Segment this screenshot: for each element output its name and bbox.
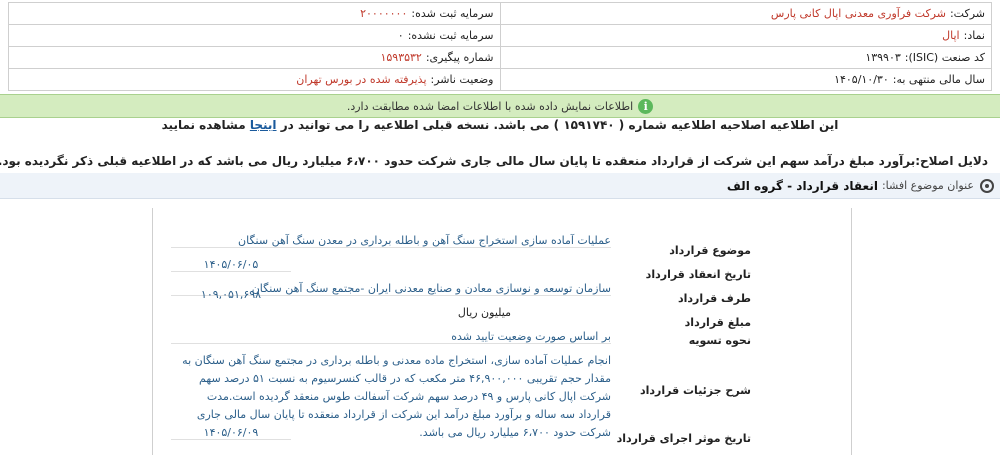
symbol-cell: نماد:اپال bbox=[499, 24, 992, 47]
registered-capital-label: سرمایه ثبت شده: bbox=[411, 7, 494, 20]
previous-version-link[interactable]: اینجا bbox=[250, 118, 277, 132]
amendment-text-before: این اطلاعیه اصلاحیه اطلاعیه شماره ( ۱۵۹۱… bbox=[280, 118, 839, 132]
unregistered-capital-cell: سرمایه ثبت نشده:۰ bbox=[8, 24, 501, 47]
contract-date-label: تاریخ انعقاد قرارداد bbox=[645, 268, 751, 281]
isic-label: کد صنعت (ISIC): bbox=[904, 51, 985, 64]
fiscal-year-value: ۱۴۰۵/۱۰/۳۰ bbox=[834, 73, 889, 86]
contract-party-label: طرف قرارداد bbox=[677, 292, 751, 305]
publisher-status-label: وضعیت ناشر: bbox=[430, 73, 494, 86]
info-row: کد صنعت (ISIC):۱۳۹۹۰۳ شماره پیگیری:۱۵۹۳۵… bbox=[8, 46, 992, 69]
isic-cell: کد صنعت (ISIC):۱۳۹۹۰۳ bbox=[499, 46, 992, 69]
settlement-value: بر اساس صورت وضعیت تایید شده bbox=[171, 330, 611, 344]
company-info-table: شرکت:شرکت فرآوری معدنی اپال کانی پارس سر… bbox=[8, 2, 992, 91]
publisher-status-value: پذیرفته شده در بورس تهران bbox=[296, 73, 427, 86]
contract-subject-value: عملیات آماده سازی استخراج سنگ آهن و باطل… bbox=[171, 234, 611, 248]
contract-amount-unit: میلیون ریال bbox=[457, 306, 511, 319]
tracking-cell: شماره پیگیری:۱۵۹۳۵۳۲ bbox=[8, 46, 501, 69]
effective-date-label: تاریخ موثر اجرای قرارداد bbox=[616, 432, 751, 445]
registered-capital-cell: سرمایه ثبت شده:۲۰۰۰۰۰۰۰ bbox=[8, 2, 501, 25]
amendment-notice: این اطلاعیه اصلاحیه اطلاعیه شماره ( ۱۵۹۱… bbox=[0, 118, 1000, 132]
publisher-status-cell: وضعیت ناشر:پذیرفته شده در بورس تهران bbox=[8, 68, 501, 91]
amendment-reason: دلایل اصلاح:برآورد مبلغ درآمد سهم این شر… bbox=[0, 154, 988, 168]
info-row: شرکت:شرکت فرآوری معدنی اپال کانی پارس سر… bbox=[8, 2, 992, 25]
tracking-value: ۱۵۹۳۵۳۲ bbox=[380, 51, 422, 64]
contract-amount-value: ۱۰۹,۰۵۱,۶۹۸ bbox=[200, 288, 262, 301]
fiscal-year-label: سال مالی منتهی به: bbox=[892, 73, 985, 86]
contract-subject-label: موضوع قرارداد bbox=[669, 244, 751, 257]
subject-value: انعقاد قرارداد - گروه الف bbox=[726, 178, 878, 193]
symbol-value: اپال bbox=[942, 29, 960, 42]
symbol-label: نماد: bbox=[963, 29, 985, 42]
effective-date-value: ۱۴۰۵/۰۶/۰۹ bbox=[171, 426, 291, 440]
info-row: نماد:اپال سرمایه ثبت نشده:۰ bbox=[8, 24, 992, 47]
registered-capital-value: ۲۰۰۰۰۰۰۰ bbox=[360, 7, 408, 20]
verification-notice: i اطلاعات نمایش داده شده با اطلاعات امضا… bbox=[0, 94, 1000, 118]
isic-value: ۱۳۹۹۰۳ bbox=[865, 51, 901, 64]
company-value: شرکت فرآوری معدنی اپال کانی پارس bbox=[770, 7, 946, 20]
contract-amount-label: مبلغ قرارداد bbox=[684, 316, 751, 329]
disclosure-subject-bar: عنوان موضوع افشا: انعقاد قرارداد - گروه … bbox=[0, 173, 1000, 199]
info-row: سال مالی منتهی به:۱۴۰۵/۱۰/۳۰ وضعیت ناشر:… bbox=[8, 68, 992, 91]
amendment-text-after: مشاهده نمایید bbox=[161, 118, 246, 132]
info-icon: i bbox=[638, 98, 654, 114]
unregistered-capital-label: سرمایه ثبت نشده: bbox=[407, 29, 494, 42]
fiscal-year-cell: سال مالی منتهی به:۱۴۰۵/۱۰/۳۰ bbox=[499, 68, 992, 91]
target-icon bbox=[980, 178, 994, 193]
subject-label: عنوان موضوع افشا: bbox=[881, 179, 974, 192]
contract-details: موضوع قرارداد عملیات آماده سازی استخراج … bbox=[152, 208, 852, 455]
settlement-label: نحوه تسویه bbox=[688, 334, 751, 347]
contract-date-value: ۱۴۰۵/۰۶/۰۵ bbox=[171, 258, 291, 272]
unregistered-capital-value: ۰ bbox=[397, 29, 404, 42]
notice-text: اطلاعات نمایش داده شده با اطلاعات امضا ش… bbox=[346, 99, 634, 113]
description-label: شرح جزئیات قرارداد bbox=[639, 384, 751, 397]
tracking-label: شماره پیگیری: bbox=[425, 51, 494, 64]
company-label: شرکت: bbox=[949, 7, 985, 20]
company-cell: شرکت:شرکت فرآوری معدنی اپال کانی پارس bbox=[499, 2, 992, 25]
